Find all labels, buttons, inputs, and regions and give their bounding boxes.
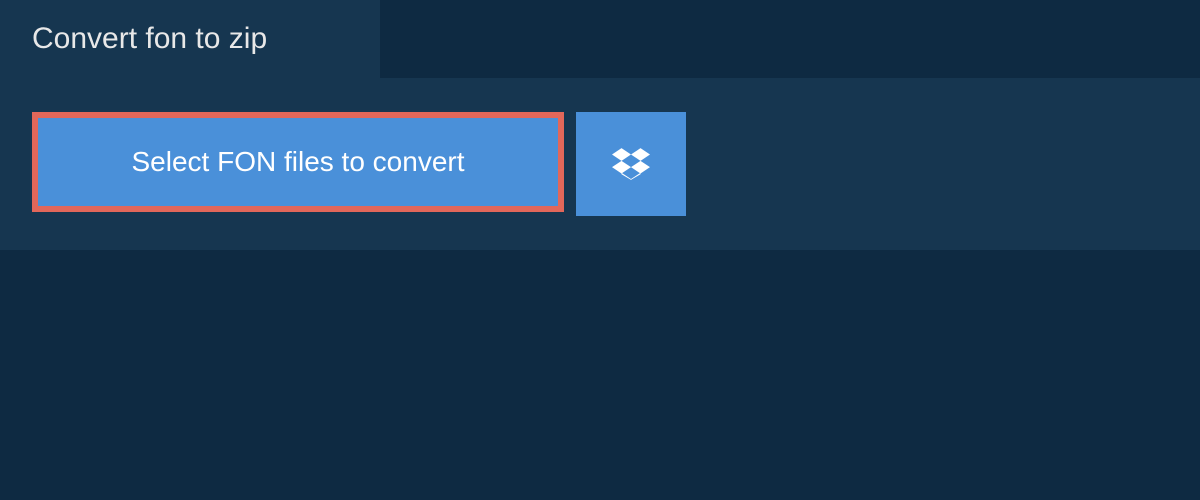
tab-convert[interactable]: Convert fon to zip xyxy=(0,0,380,78)
converter-panel: Select FON files to convert xyxy=(0,78,1200,250)
select-files-button[interactable]: Select FON files to convert xyxy=(38,118,558,206)
dropbox-icon xyxy=(612,145,650,183)
select-button-highlight: Select FON files to convert xyxy=(32,112,564,212)
tab-label: Convert fon to zip xyxy=(32,22,267,55)
dropbox-button[interactable] xyxy=(576,112,686,216)
select-files-label: Select FON files to convert xyxy=(131,146,464,177)
